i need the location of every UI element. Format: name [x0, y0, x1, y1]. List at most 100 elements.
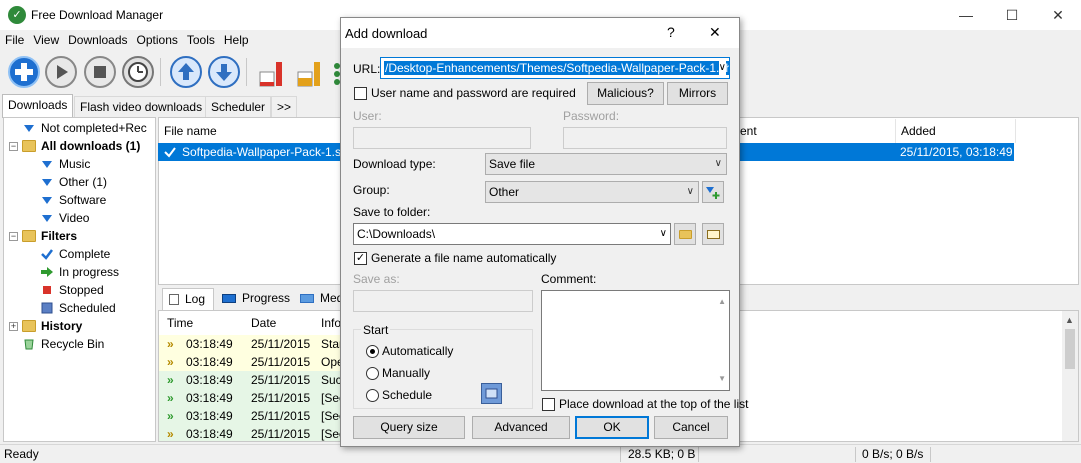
- log-time: 03:18:49: [186, 355, 233, 369]
- collapse-filters-icon[interactable]: −: [9, 232, 18, 241]
- minimize-icon[interactable]: —: [943, 0, 989, 30]
- schedule-settings-button[interactable]: [481, 383, 502, 404]
- start-icon[interactable]: [45, 56, 77, 88]
- menu-help[interactable]: Help: [219, 30, 253, 47]
- tree-item-complete[interactable]: Complete: [40, 245, 110, 263]
- download-type-select[interactable]: Save file ∨: [485, 153, 727, 175]
- tab-progress[interactable]: Progress: [216, 288, 290, 310]
- calendar-icon: [485, 388, 498, 399]
- tree-item-other[interactable]: Other (1): [40, 173, 107, 191]
- expand-history-icon[interactable]: +: [9, 322, 18, 331]
- tree-item-filters[interactable]: Filters: [22, 227, 77, 245]
- tree-item-scheduled[interactable]: Scheduled: [40, 299, 116, 317]
- menu-options[interactable]: Options: [132, 30, 182, 47]
- status-traffic: 28.5 KB; 0 B: [628, 447, 696, 461]
- save-as-field[interactable]: [353, 290, 533, 312]
- user-field[interactable]: [353, 127, 531, 149]
- chevron-down-icon[interactable]: ∨: [660, 224, 667, 244]
- mirrors-button[interactable]: Mirrors: [667, 82, 728, 105]
- add-download-icon[interactable]: [8, 56, 40, 88]
- tree-item-music[interactable]: Music: [40, 155, 90, 173]
- scroll-up-icon[interactable]: ▲: [718, 292, 726, 312]
- query-size-button[interactable]: Query size: [353, 416, 465, 439]
- column-added[interactable]: Added: [896, 119, 1016, 143]
- collapse-all-downloads-icon[interactable]: −: [9, 142, 18, 151]
- scroll-down-icon[interactable]: ▼: [718, 369, 726, 389]
- open-folder-button[interactable]: [702, 223, 724, 245]
- menu-view[interactable]: View: [28, 30, 63, 47]
- group-label: Group:: [353, 183, 390, 197]
- folder-icon: [22, 230, 36, 242]
- column-comment[interactable]: ent: [735, 119, 896, 143]
- log-event-icon: »: [167, 391, 174, 405]
- tab-log[interactable]: Log: [162, 288, 214, 310]
- menu-downloads[interactable]: Downloads: [63, 30, 131, 47]
- log-column-time[interactable]: Time: [159, 311, 193, 335]
- log-date: 25/11/2015: [251, 427, 311, 441]
- advanced-button[interactable]: Advanced: [472, 416, 570, 439]
- status-speed: 0 B/s; 0 B/s: [862, 447, 924, 461]
- tab-more[interactable]: >>: [271, 96, 298, 118]
- status-divider: [620, 447, 621, 462]
- green-arrow-icon: [40, 265, 54, 277]
- add-group-button[interactable]: [702, 181, 724, 203]
- scheduler-clock-icon[interactable]: [122, 56, 154, 88]
- download-arrow-icon: [40, 175, 54, 187]
- tree-item-all-downloads[interactable]: All downloads (1): [22, 137, 140, 155]
- tab-media[interactable]: Med: [294, 288, 343, 310]
- group-select[interactable]: Other ∨: [485, 181, 699, 203]
- maximize-icon[interactable]: ☐: [989, 0, 1035, 30]
- stop-icon[interactable]: [84, 56, 116, 88]
- log-column-date[interactable]: Date: [243, 311, 276, 335]
- browse-folder-button[interactable]: [674, 223, 696, 245]
- log-time: 03:18:49: [186, 373, 233, 387]
- tree-item-stopped[interactable]: Stopped: [40, 281, 104, 299]
- tab-scheduler[interactable]: Scheduler: [205, 96, 272, 118]
- cancel-button[interactable]: Cancel: [654, 416, 728, 439]
- password-field[interactable]: [563, 127, 727, 149]
- log-column-info[interactable]: Info: [313, 311, 341, 335]
- close-window-icon[interactable]: ✕: [1035, 0, 1081, 30]
- chevron-down-icon[interactable]: ∨: [718, 58, 726, 78]
- scroll-up-icon[interactable]: ▲: [1065, 315, 1074, 325]
- app-logo-icon: ✓: [8, 6, 26, 24]
- save-to-label: Save to folder:: [353, 205, 431, 219]
- tab-downloads[interactable]: Downloads: [2, 94, 74, 118]
- move-down-icon[interactable]: [208, 56, 240, 88]
- menu-tools[interactable]: Tools: [182, 30, 219, 47]
- log-event-icon: »: [167, 373, 174, 387]
- traffic-low-icon[interactable]: [256, 58, 288, 88]
- log-date: 25/11/2015: [251, 355, 311, 369]
- save-to-input[interactable]: C:\Downloads\ ∨: [353, 223, 671, 245]
- user-label: User:: [353, 109, 382, 123]
- progress-icon: [222, 294, 236, 303]
- tree-item-history[interactable]: History: [22, 317, 82, 335]
- malicious-button[interactable]: Malicious?: [587, 82, 664, 105]
- move-up-icon[interactable]: [170, 56, 202, 88]
- tab-flash-video-downloads[interactable]: Flash video downloads: [74, 96, 209, 118]
- tree-item-not-completed[interactable]: Not completed+Rec: [22, 119, 147, 137]
- column-file-name[interactable]: File name: [159, 119, 349, 143]
- dialog-title-bar: Add download ? ✕: [341, 18, 739, 48]
- start-automatically-radio[interactable]: [366, 345, 379, 358]
- log-page-icon: [169, 294, 179, 305]
- tree-item-software[interactable]: Software: [40, 191, 106, 209]
- tree-item-video[interactable]: Video: [40, 209, 89, 227]
- ok-button[interactable]: OK: [575, 416, 649, 439]
- help-icon[interactable]: ?: [667, 24, 675, 40]
- tree-item-recycle-bin[interactable]: Recycle Bin: [22, 335, 104, 353]
- tree-item-in-progress[interactable]: In progress: [40, 263, 119, 281]
- log-scrollbar[interactable]: ▲: [1062, 311, 1078, 441]
- auth-required-checkbox[interactable]: [354, 87, 367, 100]
- url-input[interactable]: /Desktop-Enhancements/Themes/Softpedia-W…: [380, 57, 730, 79]
- auto-filename-checkbox[interactable]: ✓: [354, 252, 367, 265]
- start-schedule-radio[interactable]: [366, 389, 379, 402]
- menu-file[interactable]: File: [0, 30, 28, 47]
- comment-textarea[interactable]: ▲ ▼: [541, 290, 730, 391]
- close-dialog-icon[interactable]: ✕: [709, 24, 721, 41]
- log-event-icon: »: [167, 337, 174, 351]
- start-manually-radio[interactable]: [366, 367, 379, 380]
- scroll-thumb[interactable]: [1065, 329, 1075, 369]
- top-of-list-checkbox[interactable]: [542, 398, 555, 411]
- traffic-medium-icon[interactable]: [294, 58, 326, 88]
